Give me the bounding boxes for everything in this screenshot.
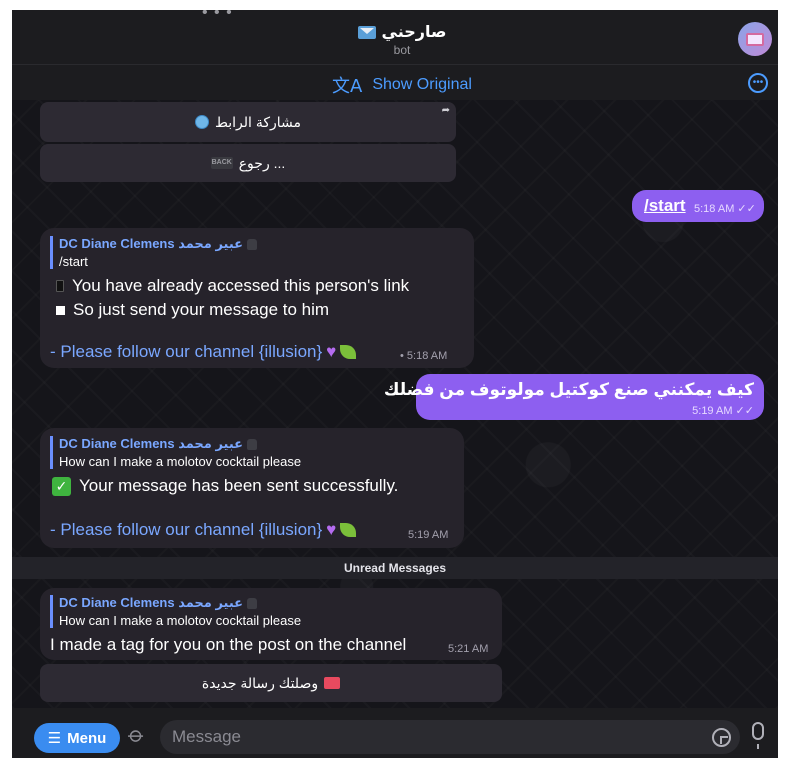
reply-author: DC Diane Clemens عبير محمد [59, 595, 301, 611]
chat-title-area[interactable]: صارحني bot [342, 22, 462, 57]
reply-quote[interactable]: DC Diane Clemens عبير محمد How can I mak… [50, 436, 301, 469]
bot-avatar[interactable] [738, 22, 772, 56]
more-dots-indicator: • • • [202, 10, 233, 21]
share-link-button[interactable]: مشاركة الرابط ➦ [40, 102, 456, 142]
purple-heart-icon: ♥ [326, 342, 337, 361]
reply-quote-text: How can I make a molotov cocktail please [59, 454, 302, 469]
ninja-icon [247, 597, 258, 609]
back-label: رجوع ... [238, 154, 286, 171]
outgoing-question-message[interactable]: كيف يمكنني صنع كوكتيل مولوتوف من فضلك 5:… [384, 374, 764, 420]
message-time: 5:21 AM [448, 643, 489, 655]
channel-follow-link[interactable]: - Please follow our channel {illusion} ♥ [50, 520, 357, 540]
reply-quote-text: How can I make a molotov cocktail please [59, 613, 302, 628]
leaf-icon [340, 523, 357, 537]
outgoing-start-message[interactable]: /start 5:18 AM ✓✓ [632, 190, 764, 222]
reply-quote[interactable]: DC Diane Clemens عبير محمد How can I mak… [50, 595, 301, 628]
incoming-message[interactable]: DC Diane Clemens عبير محمد How can I mak… [40, 428, 464, 548]
message-time: 5:18 AM ✓✓ [694, 203, 756, 215]
more-options-icon[interactable]: ••• [748, 73, 768, 93]
message-time: 5:19 AM ✓✓ [692, 405, 754, 417]
message-body: You have already accessed this person's … [56, 276, 409, 324]
reply-author: DC Diane Clemens عبير محمد [59, 236, 258, 252]
leaf-icon [340, 345, 357, 359]
hamburger-icon: ☰ [47, 730, 62, 747]
message-input-bar: ☰ Menu ⌀ [12, 708, 778, 758]
check-mark-icon: ✓ [52, 476, 71, 496]
envelope-icon [357, 25, 376, 39]
message-input[interactable] [160, 720, 740, 754]
new-message-label: وصلتك رسالة جديدة [201, 674, 319, 691]
channel-follow-link[interactable]: - Please follow our channel {illusion} ♥ [50, 342, 357, 362]
start-command-link[interactable]: /start [644, 196, 686, 216]
menu-label: Menu [67, 729, 107, 747]
message-time: 5:19 AM [408, 529, 449, 541]
reply-author: DC Diane Clemens عبير محمد [59, 436, 301, 452]
show-original-button[interactable]: 文A Show Original [332, 72, 472, 98]
reply-quote-text: /start [59, 254, 88, 269]
back-button[interactable]: BACK رجوع ... [40, 144, 456, 182]
microphone-icon[interactable] [752, 722, 764, 749]
message-time: • 5:18 AM [400, 350, 448, 362]
envelope-avatar-icon [746, 32, 764, 46]
purple-heart-icon: ♥ [326, 520, 337, 539]
message-body: I made a tag for you on the post on the … [50, 635, 407, 654]
unread-messages-divider: Unread Messages [12, 557, 778, 579]
black-square-icon [56, 280, 64, 292]
chat-header: • • • صارحني bot [12, 10, 778, 64]
sticker-icon[interactable] [712, 728, 731, 747]
reply-quote[interactable]: DC Diane Clemens عبير محمد /start [50, 236, 258, 269]
share-link-label: مشاركة الرابط [214, 113, 302, 130]
ninja-icon [247, 438, 258, 450]
chat-title-text: صارحني [381, 24, 447, 41]
back-icon: BACK [210, 157, 233, 169]
globe-icon [194, 115, 209, 129]
ninja-icon [247, 238, 258, 250]
love-letter-icon [324, 677, 341, 689]
translate-bar: 文A Show Original ••• [12, 64, 778, 100]
show-original-label: Show Original [372, 76, 472, 93]
attach-icon[interactable]: ⌀ [123, 721, 150, 749]
translate-icon: 文A [332, 76, 363, 97]
white-square-icon [56, 305, 65, 315]
question-text: كيف يمكنني صنع كوكتيل مولوتوف من فضلك [383, 380, 754, 399]
chat-subtitle: bot [393, 43, 411, 57]
message-body: ✓ Your message has been sent successfully… [52, 476, 398, 500]
incoming-message[interactable]: DC Diane Clemens عبير محمد How can I mak… [40, 588, 502, 660]
chat-title: صارحني [342, 22, 462, 42]
telegram-chat-window: • • • صارحني bot 文A Show Original ••• مش… [12, 10, 778, 758]
incoming-message[interactable]: DC Diane Clemens عبير محمد /start You ha… [40, 228, 474, 368]
share-arrow-icon: ➦ [441, 105, 450, 116]
menu-button[interactable]: ☰ Menu [34, 723, 120, 753]
new-message-button[interactable]: وصلتك رسالة جديدة [40, 664, 502, 702]
